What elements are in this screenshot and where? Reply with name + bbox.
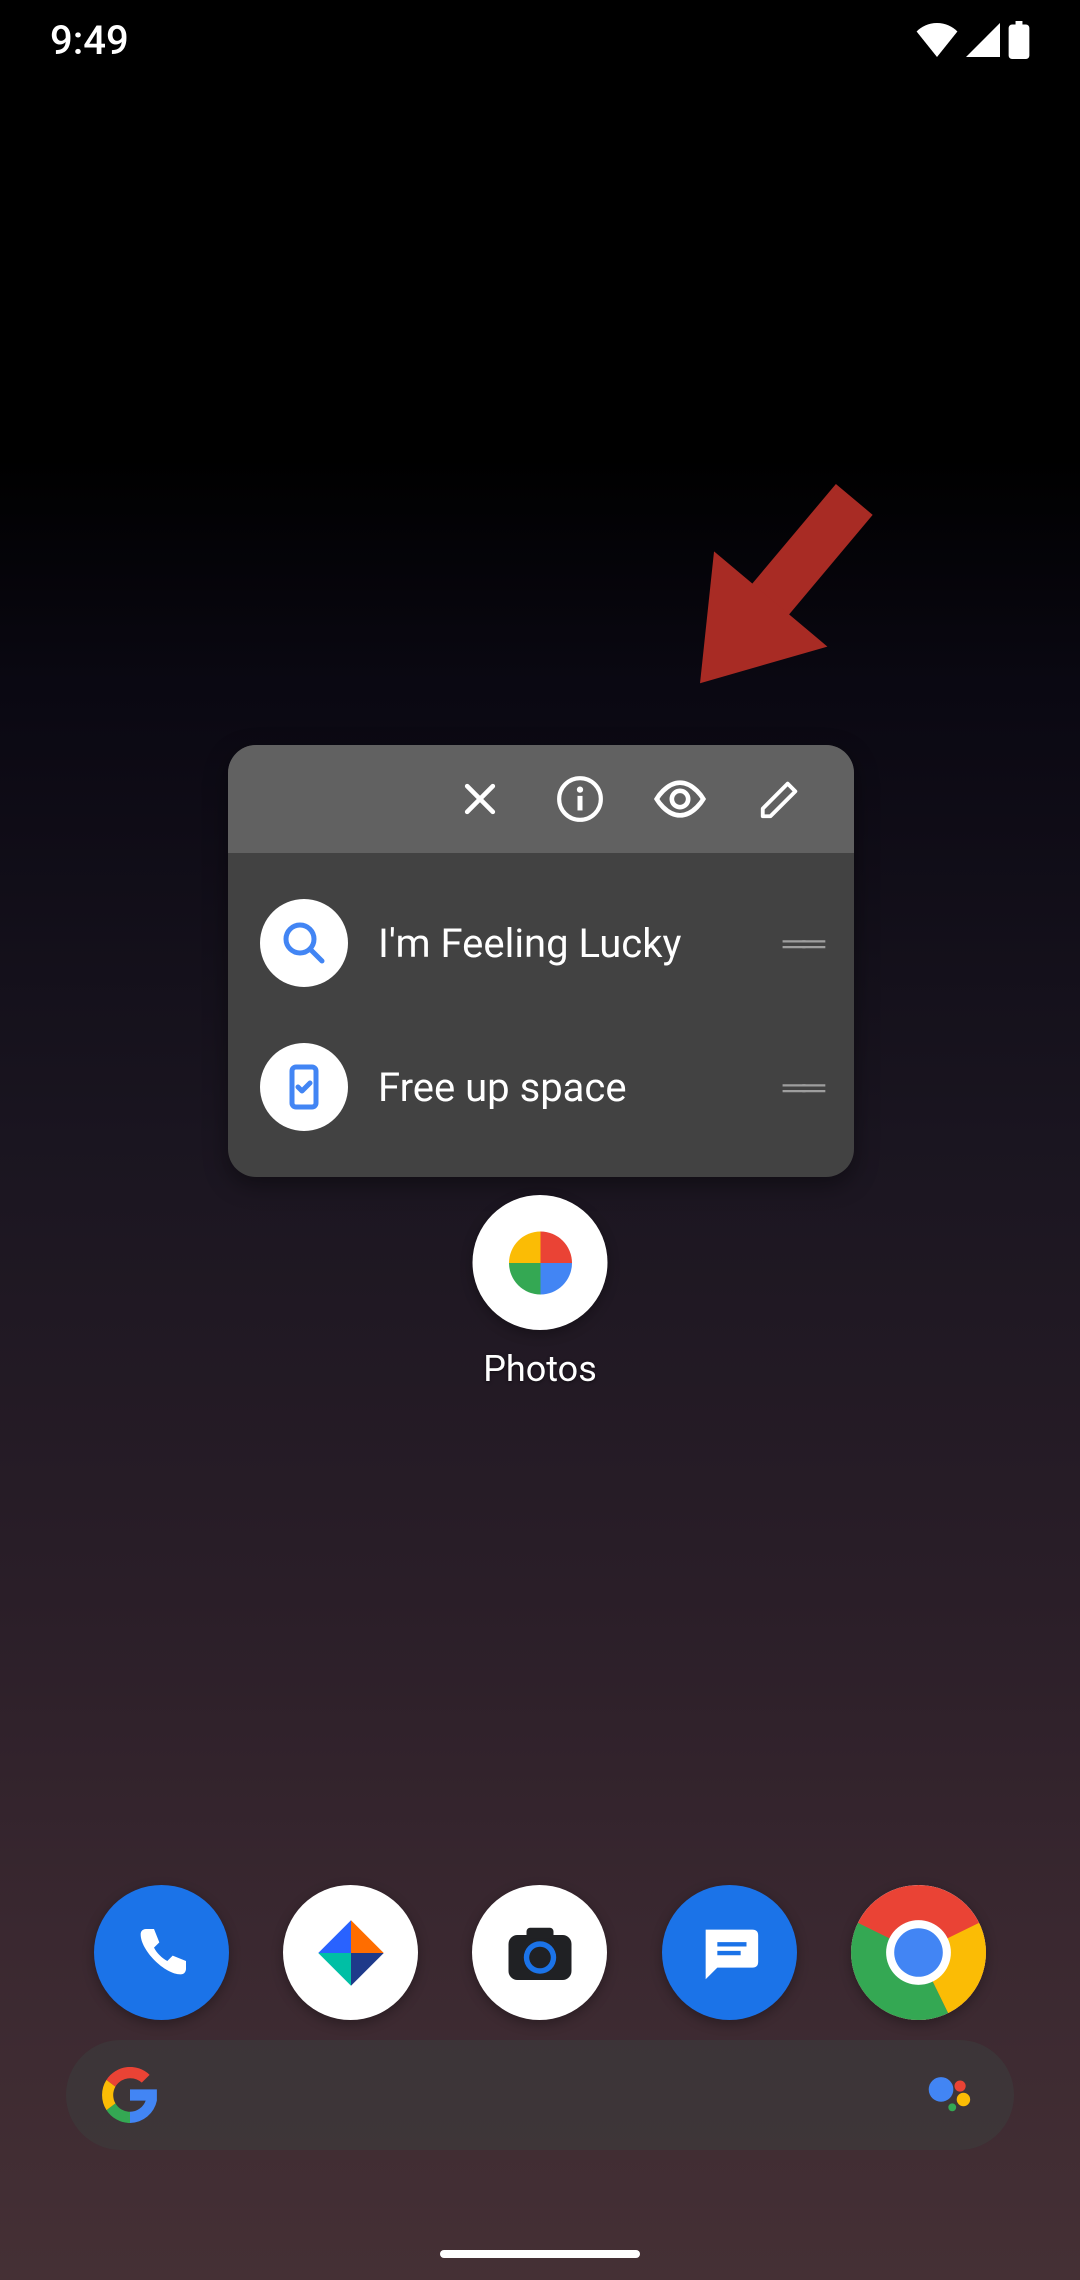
popup-body: I'm Feeling Lucky ══ Free up space ══ — [228, 853, 854, 1177]
search-icon — [280, 919, 328, 967]
eye-icon — [652, 771, 708, 827]
chrome-app[interactable] — [851, 1885, 986, 2020]
popup-caret — [525, 1175, 557, 1177]
dock — [0, 1885, 1080, 2020]
phone-icon-badge — [260, 1043, 348, 1131]
annotation-arrow — [610, 440, 910, 740]
photos-icon — [495, 1218, 585, 1308]
shortcut-free-up-space[interactable]: Free up space ══ — [228, 1015, 854, 1159]
phone-check-icon — [280, 1063, 328, 1111]
shortcut-label: Free up space — [378, 1064, 753, 1111]
messages-app[interactable] — [662, 1885, 797, 2020]
close-button[interactable] — [430, 749, 530, 849]
status-time: 9:49 — [50, 17, 129, 64]
drag-handle-icon[interactable]: ══ — [783, 1068, 822, 1106]
drag-handle-icon[interactable]: ══ — [783, 924, 822, 962]
app-label: Photos — [483, 1348, 597, 1390]
google-g-icon — [102, 2067, 158, 2123]
info-icon — [555, 774, 605, 824]
pause-button[interactable] — [630, 749, 730, 849]
status-bar: 9:49 — [0, 0, 1080, 80]
close-icon — [458, 777, 502, 821]
signal-icon — [966, 23, 1000, 57]
app-photos[interactable]: Photos — [473, 1195, 608, 1390]
messages-icon — [694, 1918, 764, 1988]
phone-app[interactable] — [94, 1885, 229, 2020]
files-app[interactable] — [283, 1885, 418, 2020]
app-photos-icon — [473, 1195, 608, 1330]
camera-app[interactable] — [472, 1885, 607, 2020]
battery-icon — [1008, 21, 1030, 59]
pencil-icon — [757, 776, 803, 822]
search-bar[interactable] — [66, 2040, 1014, 2150]
assistant-icon[interactable] — [922, 2067, 978, 2123]
app-shortcut-popup: I'm Feeling Lucky ══ Free up space ══ — [228, 745, 854, 1177]
phone-icon — [130, 1921, 194, 1985]
chrome-icon — [851, 1885, 986, 2020]
navigation-handle[interactable] — [440, 2250, 640, 2258]
popup-header — [228, 745, 854, 853]
shortcut-feeling-lucky[interactable]: I'm Feeling Lucky ══ — [228, 871, 854, 1015]
status-icons — [916, 21, 1030, 59]
wifi-icon — [916, 23, 958, 57]
edit-button[interactable] — [730, 749, 830, 849]
info-button[interactable] — [530, 749, 630, 849]
search-icon-badge — [260, 899, 348, 987]
camera-icon — [495, 1908, 585, 1998]
files-icon — [312, 1914, 390, 1992]
shortcut-label: I'm Feeling Lucky — [378, 920, 753, 967]
